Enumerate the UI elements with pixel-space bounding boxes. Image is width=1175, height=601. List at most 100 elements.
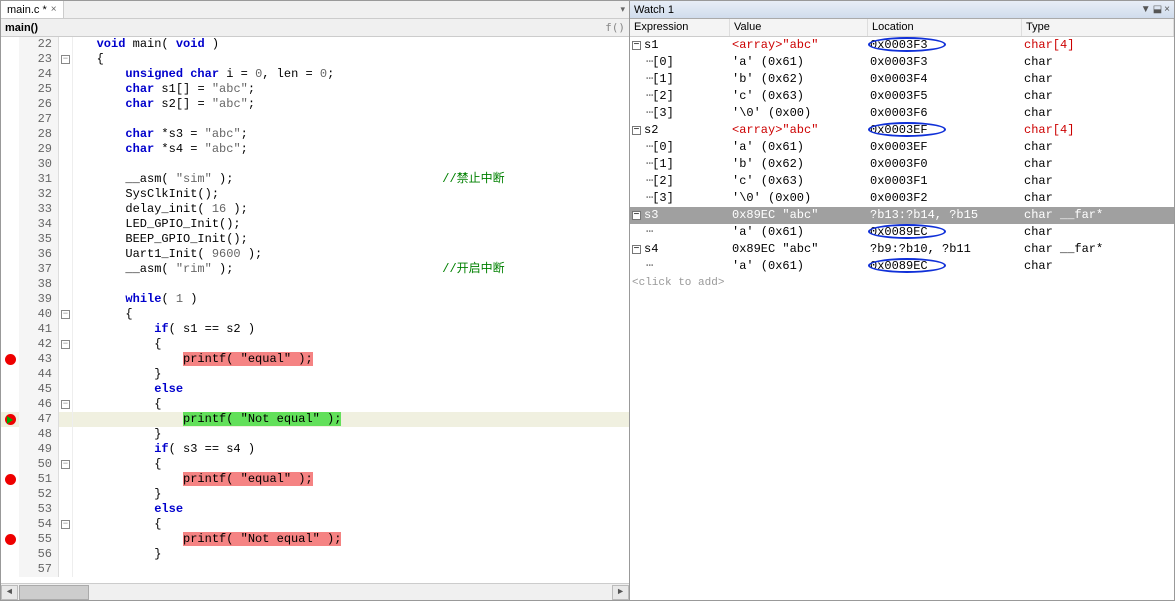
breakpoint-gutter[interactable] [1, 232, 19, 247]
fold-toggle-icon[interactable]: − [61, 460, 70, 469]
code-line[interactable]: 41 if( s1 == s2 ) [1, 322, 629, 337]
breakpoint-gutter[interactable] [1, 322, 19, 337]
code-text[interactable]: if( s1 == s2 ) [73, 322, 629, 337]
code-text[interactable]: { [73, 307, 629, 322]
code-line[interactable]: 55 printf( "Not equal" ); [1, 532, 629, 547]
fold-gutter[interactable] [59, 37, 73, 52]
fold-gutter[interactable] [59, 412, 73, 427]
fold-toggle-icon[interactable]: − [61, 310, 70, 319]
breakpoint-gutter[interactable] [1, 82, 19, 97]
code-line[interactable]: 33 delay_init( 16 ); [1, 202, 629, 217]
watch-expression[interactable]: −s1 [630, 37, 730, 54]
code-line[interactable]: 36 Uart1_Init( 9600 ); [1, 247, 629, 262]
watch-expression[interactable]: ⋯ [2] [630, 88, 730, 105]
breakpoint-icon[interactable] [5, 354, 16, 365]
code-text[interactable]: if( s3 == s4 ) [73, 442, 629, 457]
code-text[interactable]: char s2[] = "abc"; [73, 97, 629, 112]
watch-expression[interactable]: ⋯ [2] [630, 173, 730, 190]
fold-gutter[interactable] [59, 82, 73, 97]
fold-gutter[interactable]: − [59, 457, 73, 472]
watch-menu-icon[interactable]: ▼ [1141, 4, 1151, 15]
fold-gutter[interactable] [59, 127, 73, 142]
watch-row[interactable]: ⋯ [2]'c' (0x63)0x0003F1char [630, 173, 1174, 190]
code-text[interactable]: { [73, 457, 629, 472]
breakpoint-gutter[interactable] [1, 412, 19, 427]
breakpoint-gutter[interactable] [1, 67, 19, 82]
tab-close-icon[interactable]: × [51, 4, 57, 15]
fold-gutter[interactable] [59, 322, 73, 337]
code-text[interactable]: { [73, 52, 629, 67]
fold-gutter[interactable] [59, 367, 73, 382]
code-text[interactable]: { [73, 337, 629, 352]
tab-dropdown-icon[interactable]: ▾ [620, 4, 625, 15]
fold-gutter[interactable] [59, 547, 73, 562]
breakpoint-gutter[interactable] [1, 367, 19, 382]
code-line[interactable]: 49 if( s3 == s4 ) [1, 442, 629, 457]
fold-toggle-icon[interactable]: − [61, 340, 70, 349]
code-text[interactable]: delay_init( 16 ); [73, 202, 629, 217]
col-value-header[interactable]: Value [730, 19, 868, 36]
code-text[interactable]: printf( "Not equal" ); [73, 532, 629, 547]
code-text[interactable]: printf( "equal" ); [73, 352, 629, 367]
breakpoint-gutter[interactable] [1, 127, 19, 142]
function-name[interactable]: main() [5, 22, 38, 34]
fold-gutter[interactable]: − [59, 52, 73, 67]
code-text[interactable]: printf( "Not equal" ); [73, 412, 629, 427]
watch-row[interactable]: ⋯ [3]'\0' (0x00)0x0003F2char [630, 190, 1174, 207]
function-indicator[interactable]: f() [605, 21, 625, 34]
horizontal-scrollbar[interactable]: ◄ ► [1, 583, 629, 600]
watch-row[interactable]: ⋯ 'a' (0x61)0x0089ECchar [630, 224, 1174, 241]
breakpoint-gutter[interactable] [1, 382, 19, 397]
watch-expression[interactable]: −s3 [630, 207, 730, 224]
watch-expression[interactable]: ⋯ [1] [630, 71, 730, 88]
fold-gutter[interactable] [59, 382, 73, 397]
breakpoint-gutter[interactable] [1, 532, 19, 547]
watch-expression[interactable]: −s4 [630, 241, 730, 258]
code-line[interactable]: 31 __asm( "sim" ); //禁止中断 [1, 172, 629, 187]
breakpoint-gutter[interactable] [1, 427, 19, 442]
breakpoint-gutter[interactable] [1, 292, 19, 307]
code-line[interactable]: 34 LED_GPIO_Init(); [1, 217, 629, 232]
fold-gutter[interactable] [59, 232, 73, 247]
breakpoint-gutter[interactable] [1, 352, 19, 367]
watch-row[interactable]: −s2<array>"abc"0x0003EFchar[4] [630, 122, 1174, 139]
fold-gutter[interactable] [59, 532, 73, 547]
code-text[interactable]: void main( void ) [73, 37, 629, 52]
code-text[interactable]: LED_GPIO_Init(); [73, 217, 629, 232]
code-text[interactable] [73, 277, 629, 292]
fold-gutter[interactable] [59, 352, 73, 367]
watch-row[interactable]: −s40x89EC "abc"?b9:?b10, ?b11char __far* [630, 241, 1174, 258]
code-line[interactable]: 47 printf( "Not equal" ); [1, 412, 629, 427]
fold-toggle-icon[interactable]: − [61, 520, 70, 529]
breakpoint-icon[interactable] [5, 534, 16, 545]
fold-gutter[interactable] [59, 472, 73, 487]
fold-gutter[interactable]: − [59, 397, 73, 412]
code-text[interactable] [73, 157, 629, 172]
code-line[interactable]: 56 } [1, 547, 629, 562]
code-text[interactable]: BEEP_GPIO_Init(); [73, 232, 629, 247]
code-line[interactable]: 26 char s2[] = "abc"; [1, 97, 629, 112]
code-line[interactable]: 32 SysClkInit(); [1, 187, 629, 202]
code-text[interactable] [73, 112, 629, 127]
fold-gutter[interactable] [59, 442, 73, 457]
code-text[interactable]: char *s4 = "abc"; [73, 142, 629, 157]
breakpoint-gutter[interactable] [1, 397, 19, 412]
code-text[interactable]: { [73, 397, 629, 412]
fold-toggle-icon[interactable]: − [61, 55, 70, 64]
tree-toggle-icon[interactable]: − [632, 41, 641, 50]
code-line[interactable]: 28 char *s3 = "abc"; [1, 127, 629, 142]
breakpoint-gutter[interactable] [1, 217, 19, 232]
code-text[interactable]: else [73, 502, 629, 517]
code-line[interactable]: 25 char s1[] = "abc"; [1, 82, 629, 97]
breakpoint-gutter[interactable] [1, 517, 19, 532]
fold-toggle-icon[interactable]: − [61, 400, 70, 409]
fold-gutter[interactable] [59, 217, 73, 232]
code-text[interactable] [73, 562, 629, 577]
code-line[interactable]: 37 __asm( "rim" ); //开启中断 [1, 262, 629, 277]
watch-expression[interactable]: −s2 [630, 122, 730, 139]
code-line[interactable]: 23− { [1, 52, 629, 67]
breakpoint-gutter[interactable] [1, 547, 19, 562]
code-text[interactable]: __asm( "sim" ); //禁止中断 [73, 172, 629, 187]
watch-row[interactable]: ⋯ [3]'\0' (0x00)0x0003F6char [630, 105, 1174, 122]
code-line[interactable]: 39 while( 1 ) [1, 292, 629, 307]
